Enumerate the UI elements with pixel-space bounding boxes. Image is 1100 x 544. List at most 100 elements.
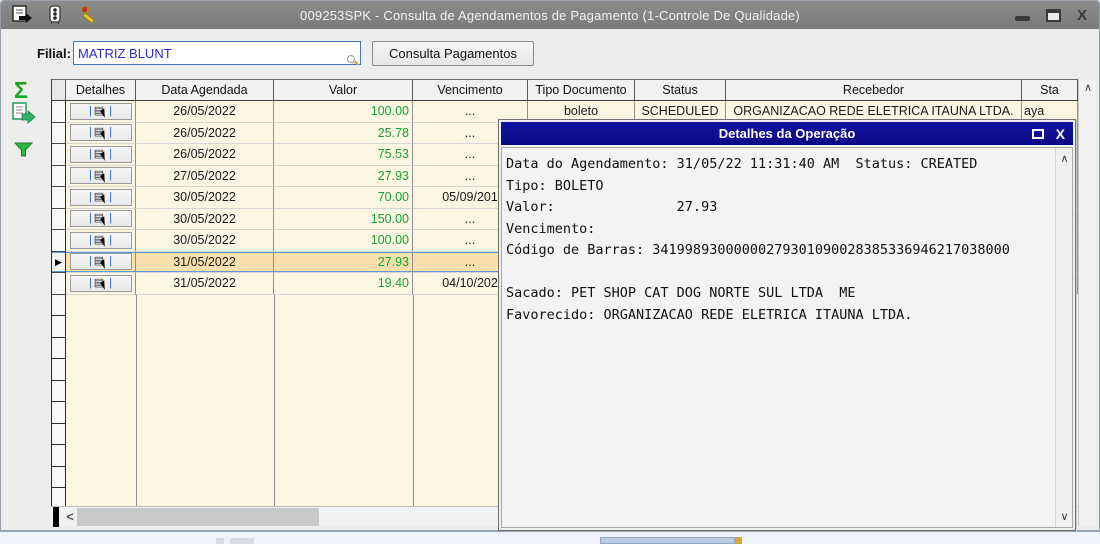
window-title: 009253SPK - Consulta de Agendamentos de … <box>300 7 800 23</box>
cell-data-agendada[interactable]: 31/05/2022 <box>136 251 274 273</box>
search-icon <box>347 55 355 63</box>
header-data-agendada[interactable]: Data Agendada <box>136 79 274 101</box>
export-report-icon[interactable] <box>12 102 36 129</box>
cell-data-agendada[interactable]: 27/05/2022 <box>136 165 274 187</box>
detalhes-button[interactable]: | ▤ | <box>69 210 132 228</box>
pipe-glyph: | <box>109 126 113 139</box>
header-detalhes[interactable]: Detalhes <box>66 79 136 101</box>
row-selector-cell[interactable]: ▶ <box>51 251 66 273</box>
close-button[interactable]: X <box>1077 8 1087 23</box>
header-recebedor[interactable]: Recebedor <box>726 79 1022 101</box>
cell-data-agendada[interactable]: 30/05/2022 <box>136 208 274 230</box>
header-sta[interactable]: Sta <box>1022 79 1078 101</box>
sum-sigma-icon[interactable]: Σ <box>14 77 28 104</box>
detalhes-button[interactable]: | ▤ | <box>69 145 132 163</box>
row-selector-cell[interactable] <box>51 122 66 144</box>
screen: 009253SPK - Consulta de Agendamentos de … <box>0 0 1100 544</box>
pipe-glyph: | <box>109 212 113 225</box>
grid-corner-marker <box>53 507 59 527</box>
cell-valor[interactable]: 27.93 <box>274 165 413 187</box>
cell-data-agendada[interactable]: 26/05/2022 <box>136 122 274 144</box>
popup-title: Detalhes da Operação <box>718 126 856 141</box>
pipe-glyph: | <box>109 147 113 160</box>
detail-line: Valor: 27.93 <box>506 199 718 215</box>
cell-valor[interactable]: 70.00 <box>274 187 413 209</box>
pipe-glyph: | <box>109 276 113 289</box>
traffic-light-icon[interactable] <box>45 5 67 25</box>
detalhes-button[interactable]: | ▤ | <box>69 188 132 206</box>
popup-scroll-down-arrow[interactable]: ∨ <box>1056 510 1072 523</box>
pipe-glyph: | <box>109 233 113 246</box>
consulta-pagamentos-button[interactable]: Consulta Pagamentos <box>372 41 534 66</box>
detail-line: Código de Barras: 3419989300000027930109… <box>506 242 1010 258</box>
popup-maximize-button[interactable] <box>1031 128 1044 139</box>
detalhes-button[interactable]: | ▤ | <box>69 274 132 292</box>
pipe-glyph: | <box>88 147 92 160</box>
form-export-icon[interactable] <box>11 5 33 25</box>
cell-data-agendada[interactable]: 31/05/2022 <box>136 273 274 295</box>
cell-data-agendada[interactable]: 30/05/2022 <box>136 187 274 209</box>
popup-scroll-up-arrow[interactable]: ∧ <box>1056 152 1072 165</box>
cell-valor[interactable]: 100.00 <box>274 101 413 123</box>
detail-line: Sacado: PET SHOP CAT DOG NORTE SUL LTDA … <box>506 285 856 301</box>
header-status[interactable]: Status <box>635 79 726 101</box>
cell-data-agendada[interactable]: 26/05/2022 <box>136 144 274 166</box>
main-titlebar[interactable]: 009253SPK - Consulta de Agendamentos de … <box>1 1 1099 29</box>
background-element <box>216 538 224 544</box>
row-selector-cell[interactable] <box>51 230 66 252</box>
pipe-glyph: | <box>88 255 92 268</box>
popup-close-button[interactable]: X <box>1056 127 1065 141</box>
header-valor[interactable]: Valor <box>274 79 413 101</box>
popup-content: Data do Agendamento: 31/05/22 11:31:40 A… <box>501 147 1073 528</box>
pipe-glyph: | <box>109 104 113 117</box>
window-controls: X <box>1014 1 1087 29</box>
detalhes-button[interactable]: | ▤ | <box>69 102 132 120</box>
pipe-glyph: | <box>109 255 113 268</box>
row-selector-cell[interactable] <box>51 165 66 187</box>
row-indicator-icon: ▶ <box>55 256 62 267</box>
header-tipo-documento[interactable]: Tipo Documento <box>528 79 635 101</box>
vertical-scrollbar[interactable]: ∧ <box>1078 79 1096 526</box>
minimize-button[interactable] <box>1014 15 1030 21</box>
cell-valor[interactable]: 25.78 <box>274 122 413 144</box>
row-selector-cell[interactable] <box>51 208 66 230</box>
cell-valor[interactable]: 27.93 <box>274 251 413 273</box>
titlebar-icons <box>11 5 101 25</box>
cell-valor[interactable]: 75.53 <box>274 144 413 166</box>
popup-controls: X <box>1031 122 1065 145</box>
cell-valor[interactable]: 150.00 <box>274 208 413 230</box>
cell-valor[interactable]: 19.40 <box>274 273 413 295</box>
background-element <box>735 537 742 544</box>
detail-line: Favorecido: ORGANIZACAO REDE ELETRICA IT… <box>506 306 913 323</box>
row-selector-cell[interactable] <box>51 144 66 166</box>
column-divider <box>136 294 137 506</box>
header-vencimento[interactable]: Vencimento <box>413 79 528 101</box>
popup-titlebar[interactable]: Detalhes da Operação X <box>501 122 1073 145</box>
detalhes-button[interactable]: | ▤ | <box>69 253 132 271</box>
filial-label: Filial: <box>37 46 71 61</box>
detail-line: Tipo: BOLETO <box>506 177 604 194</box>
cell-data-agendada[interactable]: 26/05/2022 <box>136 101 274 123</box>
wrench-icon[interactable] <box>79 5 101 25</box>
detalhes-button[interactable]: | ▤ | <box>69 167 132 185</box>
detalhes-button[interactable]: | ▤ | <box>69 124 132 142</box>
cell-valor[interactable]: 100.00 <box>274 230 413 252</box>
row-selector-cell[interactable] <box>51 187 66 209</box>
filial-input[interactable] <box>73 41 361 65</box>
scroll-up-arrow[interactable]: ∧ <box>1079 81 1097 97</box>
pipe-glyph: | <box>88 126 92 139</box>
filter-funnel-icon[interactable] <box>13 142 34 163</box>
horizontal-scrollbar-thumb[interactable] <box>77 508 319 526</box>
detalhes-popup: Detalhes da Operação X Data do Agendamen… <box>498 119 1076 531</box>
pipe-glyph: | <box>109 190 113 203</box>
detalhes-button[interactable]: | ▤ | <box>69 231 132 249</box>
popup-vertical-scrollbar[interactable]: ∧ ∨ <box>1055 148 1072 527</box>
maximize-button[interactable] <box>1045 8 1061 22</box>
cell-data-agendada[interactable]: 30/05/2022 <box>136 230 274 252</box>
row-selector-cell[interactable] <box>51 273 66 295</box>
column-divider <box>413 294 414 506</box>
pipe-glyph: | <box>88 233 92 246</box>
row-selector-column <box>51 294 66 506</box>
row-selector-cell[interactable] <box>51 101 66 123</box>
header-selector <box>51 79 66 101</box>
